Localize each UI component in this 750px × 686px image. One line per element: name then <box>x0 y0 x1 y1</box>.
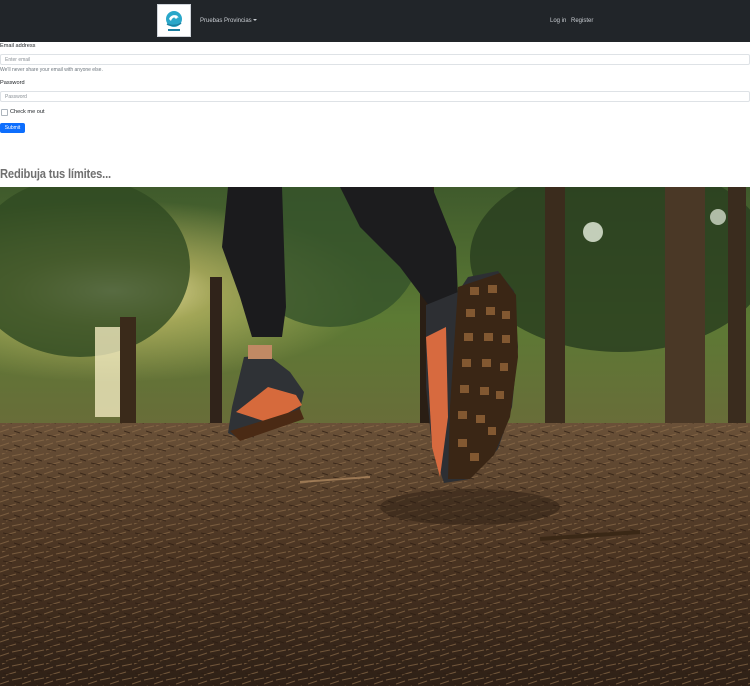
page-headline: Redibuja tus límites... <box>0 166 111 181</box>
check-me-out-row: Check me out <box>0 108 45 116</box>
password-field[interactable] <box>0 91 750 102</box>
nav-link-register[interactable]: Register <box>571 17 593 25</box>
email-label: Email address <box>0 43 36 49</box>
email-help-text: We'll never share your email with anyone… <box>0 67 103 73</box>
runner-on-forest-trail-image <box>0 187 750 686</box>
nav-link-pruebas[interactable]: Pruebas <box>200 17 222 25</box>
navbar: Pruebas Provincias Log in Register <box>0 0 750 42</box>
nav-dropdown-provincias-label: Provincias <box>224 18 252 24</box>
chevron-down-icon <box>252 19 257 22</box>
club-logo-graphic <box>166 10 182 31</box>
nav-dropdown-provincias[interactable]: Provincias <box>224 17 257 25</box>
password-label: Password <box>0 80 25 86</box>
submit-button[interactable]: Submit <box>0 123 25 133</box>
check-me-out-label: Check me out <box>10 109 45 115</box>
club-logo-icon[interactable] <box>157 4 191 37</box>
check-me-out-checkbox[interactable] <box>1 108 8 116</box>
nav-link-login[interactable]: Log in <box>550 17 566 25</box>
hero-illustration <box>0 187 750 686</box>
email-field[interactable] <box>0 54 750 65</box>
